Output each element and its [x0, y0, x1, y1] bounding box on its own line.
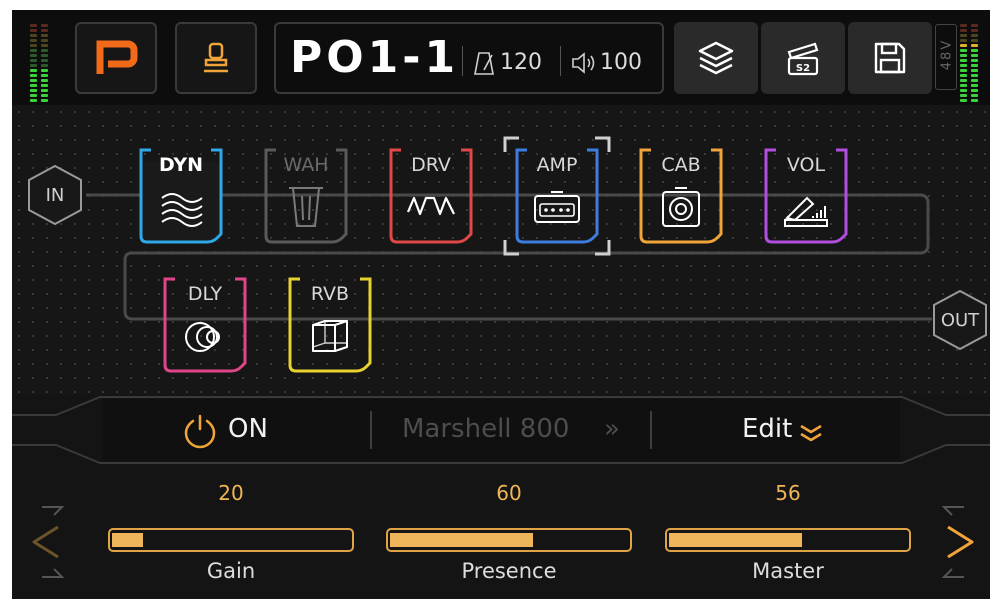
preset-display[interactable]: PO1-1 120 100 — [274, 22, 664, 94]
square-wave-icon — [406, 196, 455, 216]
slider-track — [108, 528, 354, 552]
stomp-mode-button[interactable] — [175, 22, 257, 94]
input-level-meter-right — [41, 24, 48, 102]
chevron-down-icon — [800, 424, 822, 442]
save-button[interactable] — [848, 22, 932, 94]
fx-block-amp[interactable]: AMP — [503, 136, 611, 256]
fx-block-cab[interactable]: CAB — [639, 148, 723, 244]
chevron-right-icon — [941, 506, 974, 578]
slider-fill — [390, 533, 533, 547]
output-label: OUT — [940, 309, 980, 331]
amp-head-icon — [534, 191, 580, 223]
metronome-icon — [474, 52, 494, 75]
fx-block-drv[interactable]: DRV — [389, 148, 473, 244]
speaker-volume-icon — [572, 52, 595, 74]
slider-fill — [112, 533, 143, 547]
fx-block-label: DYN — [158, 154, 204, 176]
device-screen: PO1-1 120 100 S2 48V IN OUT DYN WAH DRV … — [12, 10, 990, 599]
chevron-left-icon — [32, 506, 65, 578]
model-selector[interactable]: Marshell 800 » — [402, 411, 642, 451]
input-node[interactable]: IN — [24, 164, 86, 226]
layers-icon — [698, 41, 734, 75]
top-bar: PO1-1 120 100 S2 48V — [12, 10, 990, 105]
model-name: Marshell 800 — [402, 414, 570, 444]
layers-button[interactable] — [674, 22, 758, 94]
master-slider[interactable] — [665, 528, 911, 552]
divider — [560, 46, 561, 76]
master-label: Master — [752, 559, 824, 583]
speaker-cab-icon — [662, 187, 700, 227]
fx-block-rvb[interactable]: RVB — [288, 277, 372, 373]
slider-fill — [669, 533, 802, 547]
scene-icon: S2 — [787, 42, 819, 76]
fx-block-label: VOL — [786, 154, 826, 176]
fx-block-label: RVB — [310, 283, 350, 305]
gain-label: Gain — [206, 559, 256, 583]
fx-block-label: CAB — [661, 154, 701, 176]
edit-label: Edit — [742, 414, 793, 444]
phantom-power-indicator: 48V — [935, 24, 957, 90]
fx-block-label: AMP — [536, 154, 578, 176]
wah-pedal-icon — [289, 187, 323, 227]
fx-block-label: WAH — [283, 154, 329, 176]
previous-page-button[interactable] — [22, 505, 70, 579]
phantom-power-label: 48V — [939, 38, 955, 71]
input-level-meter-left — [30, 24, 37, 102]
fx-block-wah[interactable]: WAH — [264, 148, 348, 244]
model-next-icon: » — [604, 414, 620, 444]
fx-block-dyn[interactable]: DYN — [139, 148, 223, 244]
gain-slider[interactable] — [108, 528, 354, 552]
delay-circles-icon — [185, 322, 220, 352]
gain-value: 20 — [218, 481, 244, 505]
home-button[interactable] — [75, 22, 157, 94]
fx-block-dly[interactable]: DLY — [163, 277, 247, 373]
scene-button[interactable]: S2 — [761, 22, 845, 94]
presence-label: Presence — [461, 559, 557, 583]
power-toggle[interactable]: ON — [182, 411, 292, 451]
input-label: IN — [45, 184, 65, 206]
block-control-bar: ON Marshell 800 » Edit — [12, 395, 990, 465]
output-level-meter-left — [960, 24, 967, 102]
divider — [650, 411, 652, 449]
scene-badge: S2 — [796, 63, 810, 74]
power-state-label: ON — [228, 414, 268, 444]
save-icon — [874, 42, 906, 74]
presence-value: 60 — [496, 481, 522, 505]
next-page-button[interactable] — [936, 505, 984, 579]
tempo-value: 120 — [500, 50, 542, 75]
fx-block-label: DLY — [187, 283, 223, 305]
cube-icon — [312, 320, 348, 352]
presence-slider[interactable] — [386, 528, 632, 552]
output-level-meter-right — [971, 24, 978, 102]
parameter-panel: 20 Gain 60 Presence 56 Master — [12, 465, 990, 599]
volume-pedal-icon — [784, 196, 828, 227]
stamp-icon — [204, 42, 228, 73]
output-node[interactable]: OUT — [929, 289, 990, 351]
preset-name: PO1-1 — [290, 32, 460, 83]
divider — [462, 46, 463, 76]
fx-block-vol[interactable]: VOL — [764, 148, 848, 244]
waves-icon — [161, 193, 203, 227]
power-icon — [184, 414, 216, 449]
master-value: 56 — [775, 481, 801, 505]
signal-chain: IN OUT DYN WAH DRV AMP CAB VOL DLY RVB — [12, 105, 990, 395]
p-logo-icon — [96, 40, 138, 74]
fx-block-label: DRV — [411, 154, 451, 176]
edit-button[interactable]: Edit — [742, 411, 852, 451]
volume-value: 100 — [600, 50, 642, 75]
divider — [370, 411, 372, 449]
